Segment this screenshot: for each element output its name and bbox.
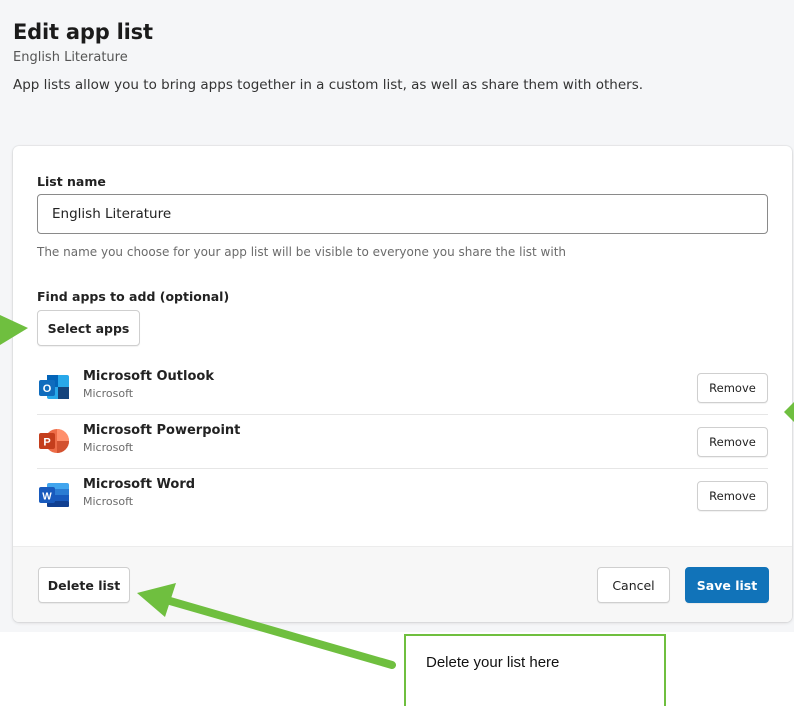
page-description: App lists allow you to bring apps togeth… bbox=[13, 77, 644, 93]
delete-list-button[interactable]: Delete list bbox=[38, 567, 130, 603]
app-publisher: Microsoft bbox=[83, 441, 134, 454]
card-footer: Delete list Cancel Save list bbox=[13, 546, 792, 622]
outlook-icon: O bbox=[37, 372, 71, 402]
app-name: Microsoft Powerpoint bbox=[83, 423, 241, 438]
app-name: Microsoft Word bbox=[83, 477, 196, 492]
svg-text:W: W bbox=[42, 492, 52, 503]
find-apps-label: Find apps to add (optional) bbox=[37, 289, 230, 304]
app-list-item: O Microsoft Outlook Microsoft Remove bbox=[37, 360, 768, 415]
remove-outlook-button[interactable]: Remove bbox=[697, 373, 768, 403]
list-name-input[interactable] bbox=[37, 194, 768, 234]
svg-text:O: O bbox=[43, 383, 52, 395]
save-list-button[interactable]: Save list bbox=[685, 567, 769, 603]
page-header: Edit app list English Literature App lis… bbox=[13, 20, 794, 93]
app-publisher: Microsoft bbox=[83, 495, 134, 508]
select-apps-button[interactable]: Select apps bbox=[37, 310, 140, 346]
app-list-item: P Microsoft Powerpoint Microsoft Remove bbox=[37, 414, 768, 469]
app-list-item: W Microsoft Word Microsoft Remove bbox=[37, 468, 768, 522]
list-name-label: List name bbox=[37, 174, 106, 189]
powerpoint-icon: P bbox=[37, 426, 71, 456]
page-subtitle: English Literature bbox=[13, 50, 128, 65]
app-publisher: Microsoft bbox=[83, 387, 134, 400]
remove-powerpoint-button[interactable]: Remove bbox=[697, 427, 768, 457]
cancel-button[interactable]: Cancel bbox=[597, 567, 670, 603]
svg-text:P: P bbox=[43, 437, 50, 449]
annotation-callout-box: Delete your list here bbox=[404, 634, 666, 706]
annotation-callout-text: Delete your list here bbox=[426, 654, 560, 671]
app-name: Microsoft Outlook bbox=[83, 369, 214, 384]
word-icon: W bbox=[37, 480, 71, 510]
list-name-helper-text: The name you choose for your app list wi… bbox=[37, 245, 567, 259]
page-title: Edit app list bbox=[13, 20, 153, 44]
remove-word-button[interactable]: Remove bbox=[697, 481, 768, 511]
edit-list-card: List name The name you choose for your a… bbox=[13, 146, 792, 622]
